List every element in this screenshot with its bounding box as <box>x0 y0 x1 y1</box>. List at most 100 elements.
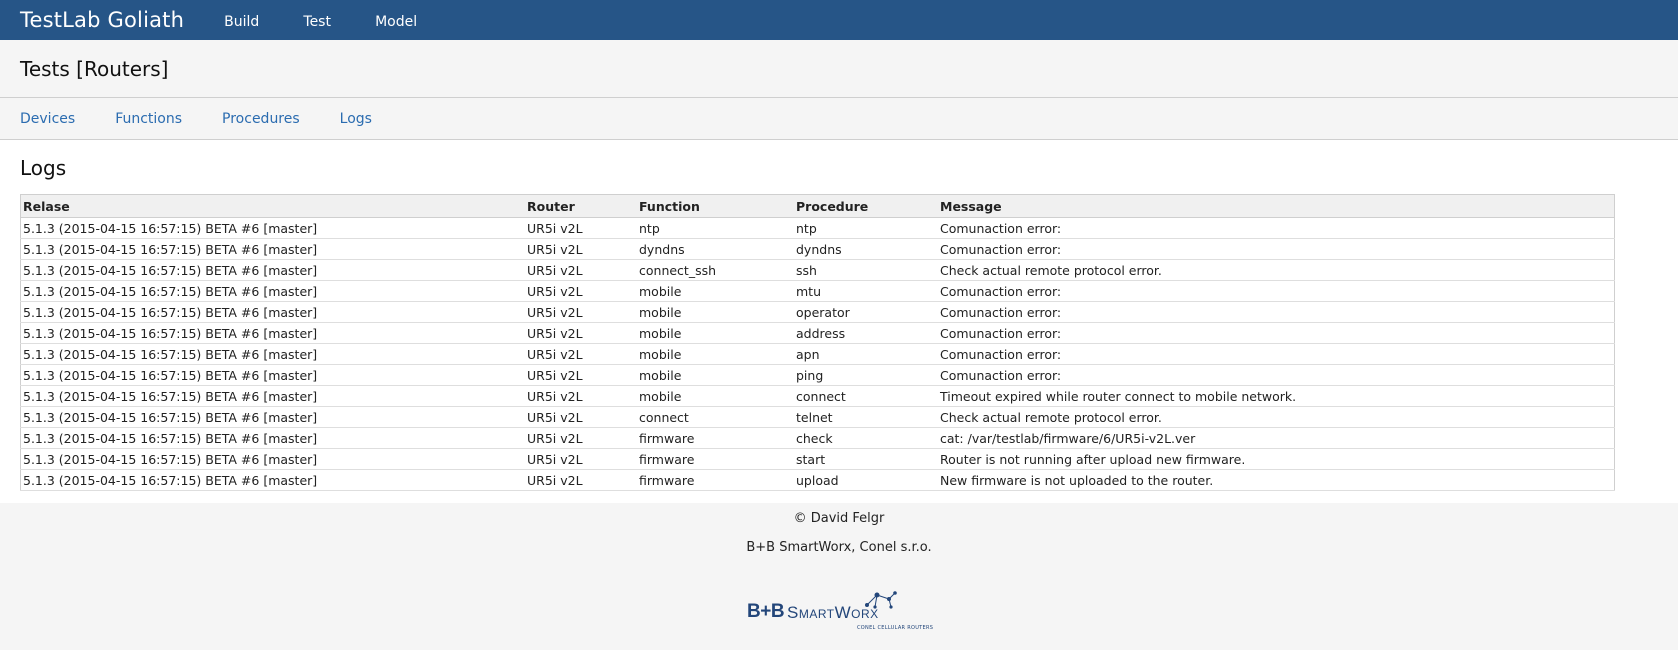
cell-function: firmware <box>637 448 794 470</box>
cell-function: mobile <box>637 364 794 386</box>
cell-message: Comunaction error: <box>938 364 1615 386</box>
table-row: 5.1.3 (2015-04-15 16:57:15) BETA #6 [mas… <box>20 406 1615 428</box>
cell-procedure: start <box>794 448 938 470</box>
logo-tagline: CONEL CELLULAR ROUTERS <box>857 625 934 631</box>
table-header-row: Relase Router Function Procedure Message <box>20 194 1615 218</box>
cell-procedure: operator <box>794 301 938 323</box>
table-row: 5.1.3 (2015-04-15 16:57:15) BETA #6 [mas… <box>20 259 1615 281</box>
network-logo-icon <box>865 591 897 609</box>
footer: © David Felgr B+B SmartWorx, Conel s.r.o… <box>0 511 1678 633</box>
cell-message: Comunaction error: <box>938 280 1615 302</box>
cell-router: UR5i v2L <box>525 343 637 365</box>
cell-procedure: connect <box>794 385 938 407</box>
cell-message: cat: /var/testlab/firmware/6/UR5i-v2L.ve… <box>938 427 1615 449</box>
cell-function: mobile <box>637 301 794 323</box>
cell-procedure: ntp <box>794 217 938 239</box>
cell-message: Comunaction error: <box>938 322 1615 344</box>
cell-function: mobile <box>637 385 794 407</box>
cell-router: UR5i v2L <box>525 469 637 491</box>
cell-function: firmware <box>637 427 794 449</box>
cell-message: Comunaction error: <box>938 301 1615 323</box>
top-navbar: TestLab Goliath Build Test Model <box>0 0 1678 40</box>
sub-navigation: Devices Functions Procedures Logs <box>0 98 1678 140</box>
column-header-message: Message <box>938 194 1615 218</box>
nav-model[interactable]: Model <box>375 14 417 30</box>
cell-function: firmware <box>637 469 794 491</box>
cell-release: 5.1.3 (2015-04-15 16:57:15) BETA #6 [mas… <box>20 343 525 365</box>
cell-release: 5.1.3 (2015-04-15 16:57:15) BETA #6 [mas… <box>20 322 525 344</box>
cell-function: dyndns <box>637 238 794 260</box>
cell-router: UR5i v2L <box>525 280 637 302</box>
company-logo: B+B SmartWorx CONEL CELLULAR ROUTERS <box>739 589 939 633</box>
cell-release: 5.1.3 (2015-04-15 16:57:15) BETA #6 [mas… <box>20 238 525 260</box>
column-header-release: Relase <box>20 194 525 218</box>
cell-procedure: address <box>794 322 938 344</box>
cell-procedure: mtu <box>794 280 938 302</box>
top-nav: Build Test Model <box>224 11 456 30</box>
cell-release: 5.1.3 (2015-04-15 16:57:15) BETA #6 [mas… <box>20 406 525 428</box>
section-title: Logs <box>20 156 67 180</box>
cell-release: 5.1.3 (2015-04-15 16:57:15) BETA #6 [mas… <box>20 280 525 302</box>
cell-router: UR5i v2L <box>525 322 637 344</box>
cell-release: 5.1.3 (2015-04-15 16:57:15) BETA #6 [mas… <box>20 448 525 470</box>
table-row: 5.1.3 (2015-04-15 16:57:15) BETA #6 [mas… <box>20 385 1615 407</box>
cell-message: Router is not running after upload new f… <box>938 448 1615 470</box>
cell-release: 5.1.3 (2015-04-15 16:57:15) BETA #6 [mas… <box>20 427 525 449</box>
logs-table: Relase Router Function Procedure Message… <box>20 194 1615 491</box>
page-title-bar: Tests [Routers] <box>0 40 1678 98</box>
cell-message: Comunaction error: <box>938 217 1615 239</box>
table-row: 5.1.3 (2015-04-15 16:57:15) BETA #6 [mas… <box>20 364 1615 386</box>
cell-procedure: apn <box>794 343 938 365</box>
cell-router: UR5i v2L <box>525 259 637 281</box>
cell-procedure: telnet <box>794 406 938 428</box>
cell-procedure: check <box>794 427 938 449</box>
nav-test[interactable]: Test <box>303 14 331 30</box>
cell-message: Check actual remote protocol error. <box>938 259 1615 281</box>
cell-release: 5.1.3 (2015-04-15 16:57:15) BETA #6 [mas… <box>20 217 525 239</box>
brand-title[interactable]: TestLab Goliath <box>20 8 184 32</box>
cell-router: UR5i v2L <box>525 406 637 428</box>
cell-function: connect <box>637 406 794 428</box>
cell-router: UR5i v2L <box>525 448 637 470</box>
cell-function: mobile <box>637 280 794 302</box>
cell-message: Comunaction error: <box>938 343 1615 365</box>
page-title: Tests [Routers] <box>20 56 169 81</box>
cell-router: UR5i v2L <box>525 364 637 386</box>
cell-message: New firmware is not uploaded to the rout… <box>938 469 1615 491</box>
cell-message: Timeout expired while router connect to … <box>938 385 1615 407</box>
cell-procedure: ping <box>794 364 938 386</box>
cell-function: mobile <box>637 343 794 365</box>
subnav-procedures[interactable]: Procedures <box>222 111 300 127</box>
cell-function: mobile <box>637 322 794 344</box>
table-row: 5.1.3 (2015-04-15 16:57:15) BETA #6 [mas… <box>20 343 1615 365</box>
subnav-devices[interactable]: Devices <box>20 111 75 127</box>
table-row: 5.1.3 (2015-04-15 16:57:15) BETA #6 [mas… <box>20 280 1615 302</box>
cell-release: 5.1.3 (2015-04-15 16:57:15) BETA #6 [mas… <box>20 469 525 491</box>
subnav-functions[interactable]: Functions <box>115 111 182 127</box>
table-row: 5.1.3 (2015-04-15 16:57:15) BETA #6 [mas… <box>20 322 1615 344</box>
cell-release: 5.1.3 (2015-04-15 16:57:15) BETA #6 [mas… <box>20 259 525 281</box>
table-row: 5.1.3 (2015-04-15 16:57:15) BETA #6 [mas… <box>20 217 1615 239</box>
cell-router: UR5i v2L <box>525 385 637 407</box>
table-row: 5.1.3 (2015-04-15 16:57:15) BETA #6 [mas… <box>20 448 1615 470</box>
subnav-logs[interactable]: Logs <box>340 111 372 127</box>
table-body: 5.1.3 (2015-04-15 16:57:15) BETA #6 [mas… <box>20 217 1615 491</box>
column-header-procedure: Procedure <box>794 194 938 218</box>
cell-router: UR5i v2L <box>525 238 637 260</box>
table-row: 5.1.3 (2015-04-15 16:57:15) BETA #6 [mas… <box>20 427 1615 449</box>
cell-procedure: ssh <box>794 259 938 281</box>
company-name: B+B SmartWorx, Conel s.r.o. <box>746 540 932 555</box>
copyright-text: © David Felgr <box>793 511 885 526</box>
nav-build[interactable]: Build <box>224 14 259 30</box>
cell-procedure: dyndns <box>794 238 938 260</box>
logo-bb-text: B+B <box>747 601 785 622</box>
main-content: Logs Relase Router Function Procedure Me… <box>0 140 1678 503</box>
cell-router: UR5i v2L <box>525 427 637 449</box>
cell-function: ntp <box>637 217 794 239</box>
cell-release: 5.1.3 (2015-04-15 16:57:15) BETA #6 [mas… <box>20 364 525 386</box>
column-header-function: Function <box>637 194 794 218</box>
cell-function: connect_ssh <box>637 259 794 281</box>
cell-release: 5.1.3 (2015-04-15 16:57:15) BETA #6 [mas… <box>20 385 525 407</box>
cell-procedure: upload <box>794 469 938 491</box>
table-row: 5.1.3 (2015-04-15 16:57:15) BETA #6 [mas… <box>20 469 1615 491</box>
